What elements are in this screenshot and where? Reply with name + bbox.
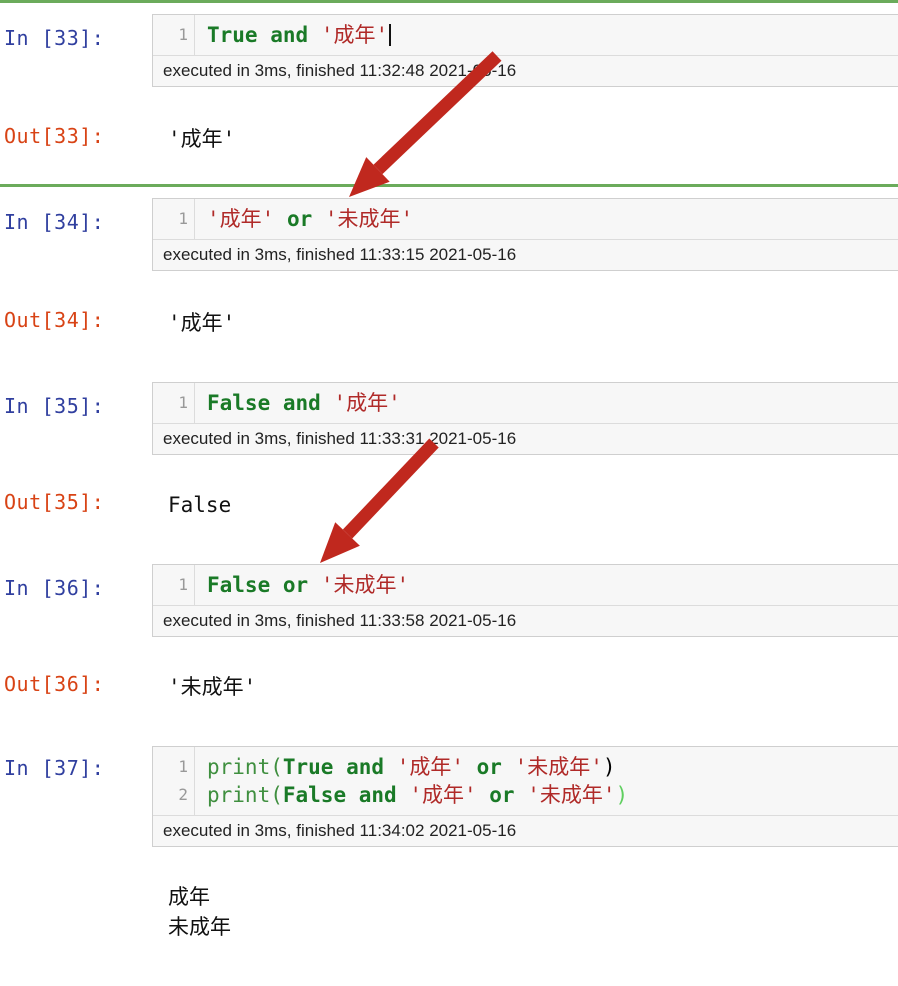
token-keyword: False and xyxy=(282,783,397,807)
stdout-line: 未成年 xyxy=(168,915,231,939)
token-keyword: or xyxy=(489,783,515,807)
token-builtin: print xyxy=(207,755,271,779)
output-prompt-cell-33: Out[33]: xyxy=(4,124,105,148)
code-editor-cell-36[interactable]: 1 False or '未成年' xyxy=(153,565,898,605)
output-value-cell-35: False xyxy=(168,493,232,517)
stdout-cell-37: 成年 未成年 xyxy=(168,882,231,942)
code-line: False or '未成年' xyxy=(207,571,898,599)
output-prompt-cell-34: Out[34]: xyxy=(4,308,105,332)
arrow-head xyxy=(320,522,360,563)
token-keyword: False and xyxy=(207,391,321,415)
input-prompt-cell-33: In [33]: xyxy=(4,26,105,50)
output-value-cell-33: '成年' xyxy=(168,127,236,151)
token-string: '成年' xyxy=(333,391,401,415)
code-cell-cell-34[interactable]: 1 '成年' or '未成年' executed in 3ms, finished … xyxy=(152,198,898,271)
token-string: '成年' xyxy=(396,755,464,779)
line-number-gutter: 1 xyxy=(153,199,195,239)
execution-info-cell-35: executed in 3ms, finished 11:33:31 2021-… xyxy=(153,423,898,454)
input-prompt-cell-34: In [34]: xyxy=(4,210,105,234)
code-editor-cell-35[interactable]: 1 False and '成年' xyxy=(153,383,898,423)
code-line: print(True and '成年' or '未成年') xyxy=(207,753,898,781)
code-cell-cell-37[interactable]: 1 2 print(True and '成年' or '未成年') print(Fal… xyxy=(152,746,898,847)
token-keyword: True and xyxy=(207,23,309,47)
token-builtin: ( xyxy=(270,755,283,779)
selected-cell-bottom-rule xyxy=(0,184,898,187)
selected-cell-top-rule xyxy=(0,0,898,3)
input-prompt-cell-36: In [36]: xyxy=(4,576,105,600)
line-number-gutter: 1 xyxy=(153,383,195,423)
output-prompt-cell-36: Out[36]: xyxy=(4,672,105,696)
code-cell-cell-33[interactable]: 1 True and '成年' executed in 3ms, finished … xyxy=(152,14,898,87)
line-number-gutter: 12 xyxy=(153,747,195,815)
line-number: 1 xyxy=(178,393,188,412)
token-plain: ) xyxy=(602,755,616,779)
execution-info-cell-34: executed in 3ms, finished 11:33:15 2021-… xyxy=(153,239,898,270)
token-keyword: or xyxy=(476,755,502,779)
token-keyword: False or xyxy=(207,573,309,597)
token-builtin: ( xyxy=(270,783,283,807)
code-editor-cell-33[interactable]: 1 True and '成年' xyxy=(153,15,898,55)
code-editor-cell-37[interactable]: 1 2 print(True and '成年' or '未成年') print(Fal… xyxy=(153,747,898,815)
token-keyword: or xyxy=(286,207,313,231)
token-bracket_match: ) xyxy=(615,783,629,807)
token-string: '未成年' xyxy=(527,783,616,807)
arrow-head xyxy=(349,157,390,197)
token-string: '未成年' xyxy=(514,755,603,779)
code-editor-cell-34[interactable]: 1 '成年' or '未成年' xyxy=(153,199,898,239)
code-line: '成年' or '未成年' xyxy=(207,205,898,233)
token-string: '未成年' xyxy=(320,573,410,597)
code-text-cell-33[interactable]: True and '成年' xyxy=(195,15,898,55)
code-line: True and '成年' xyxy=(207,21,898,49)
code-text-cell-35[interactable]: False and '成年' xyxy=(195,383,898,423)
line-number: 1 xyxy=(178,209,188,228)
output-prompt-cell-35: Out[35]: xyxy=(4,490,105,514)
line-number-gutter: 1 xyxy=(153,565,195,605)
line-number: 1 xyxy=(178,575,188,594)
code-line: print(False and '成年' or '未成年') xyxy=(207,781,898,809)
line-number: 2 xyxy=(178,785,188,804)
text-cursor xyxy=(389,24,392,46)
token-builtin: print xyxy=(207,783,271,807)
output-value-cell-36: '未成年' xyxy=(168,675,257,699)
token-keyword: True and xyxy=(282,755,385,779)
code-text-cell-37[interactable]: print(True and '成年' or '未成年') print(False… xyxy=(195,747,898,815)
token-string: '未成年' xyxy=(324,207,414,231)
code-line: False and '成年' xyxy=(207,389,898,417)
code-cell-cell-36[interactable]: 1 False or '未成年' executed in 3ms, finished… xyxy=(152,564,898,637)
line-number: 1 xyxy=(178,25,188,44)
output-value-cell-34: '成年' xyxy=(168,311,236,335)
code-text-cell-34[interactable]: '成年' or '未成年' xyxy=(195,199,898,239)
token-string: '成年' xyxy=(207,207,275,231)
input-prompt-cell-35: In [35]: xyxy=(4,394,105,418)
execution-info-cell-37: executed in 3ms, finished 11:34:02 2021-… xyxy=(153,815,898,846)
execution-info-cell-33: executed in 3ms, finished 11:32:48 2021-… xyxy=(153,55,898,86)
input-prompt-cell-37: In [37]: xyxy=(4,756,105,780)
notebook-canvas: In [33]: 1 True and '成年' executed in 3ms, f… xyxy=(0,0,898,986)
stdout-line: 成年 xyxy=(168,885,210,909)
line-number-gutter: 1 xyxy=(153,15,195,55)
code-text-cell-36[interactable]: False or '未成年' xyxy=(195,565,898,605)
code-cell-cell-35[interactable]: 1 False and '成年' executed in 3ms, finished… xyxy=(152,382,898,455)
token-string: '成年' xyxy=(320,23,389,47)
execution-info-cell-36: executed in 3ms, finished 11:33:58 2021-… xyxy=(153,605,898,636)
line-number: 1 xyxy=(178,757,188,776)
token-string: '成年' xyxy=(409,783,477,807)
